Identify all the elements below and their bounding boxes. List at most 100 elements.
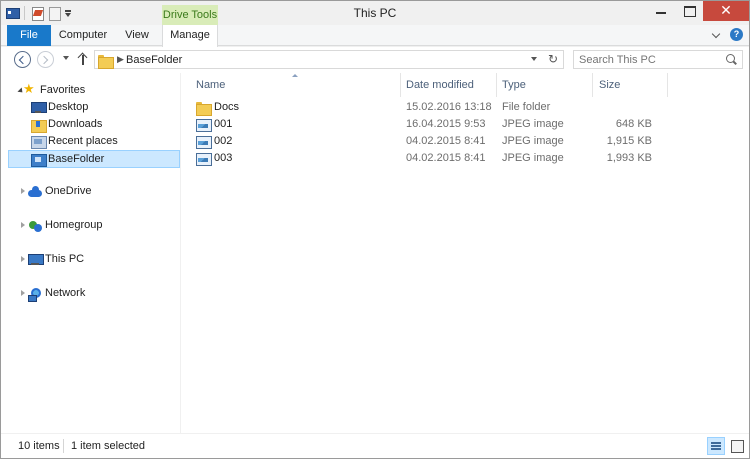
nav-network[interactable]: Network (28, 285, 168, 302)
maximize-button[interactable] (675, 1, 703, 21)
file-row-002[interactable]: 002 04.02.2015 8:41 JPEG image 1,915 KB (192, 133, 672, 150)
expand-ribbon-icon[interactable] (710, 29, 722, 41)
file-date: 15.02.2016 13:18 (406, 101, 492, 113)
file-row-003[interactable]: 003 04.02.2015 8:41 JPEG image 1,993 KB (192, 150, 672, 167)
nav-onedrive[interactable]: OneDrive (28, 183, 168, 200)
column-divider[interactable] (667, 73, 668, 97)
close-icon: ✕ (720, 3, 732, 19)
minimize-button[interactable] (647, 1, 675, 21)
homegroup-icon (28, 219, 42, 232)
address-bar[interactable]: ▶ BaseFolder ↻ (94, 50, 564, 69)
ribbon-tabs: File Computer View Manage ? (1, 25, 749, 47)
nav-homegroup-label: Homegroup (45, 219, 103, 231)
details-view-icon[interactable] (707, 437, 725, 455)
column-divider[interactable] (400, 73, 401, 97)
network-expand-icon[interactable] (21, 290, 25, 296)
nav-basefolder[interactable]: BaseFolder (8, 150, 180, 168)
forward-button[interactable] (37, 51, 54, 68)
search-icon[interactable] (726, 54, 737, 65)
nav-onedrive-label: OneDrive (45, 185, 92, 197)
file-name: Docs (214, 101, 240, 113)
downloads-icon (31, 118, 47, 133)
file-date: 16.04.2015 9:53 (406, 118, 486, 130)
status-bar: 10 items 1 item selected (1, 433, 749, 458)
file-row-001[interactable]: 001 16.04.2015 9:53 JPEG image 648 KB (192, 116, 672, 133)
window-controls: ✕ (647, 1, 749, 21)
main-area: ★ Favorites Desktop Downloads Recent pla… (1, 73, 749, 433)
item-count: 10 items (18, 440, 60, 452)
file-size: 1,915 KB (606, 135, 652, 147)
file-row-docs[interactable]: Docs 15.02.2016 13:18 File folder (192, 99, 672, 116)
breadcrumb[interactable]: BaseFolder (126, 54, 182, 66)
up-arrow-icon[interactable] (77, 52, 89, 66)
refresh-icon[interactable]: ↻ (548, 52, 558, 66)
ribbon-controls: ? (710, 28, 743, 41)
nav-recent-places-label: Recent places (48, 135, 118, 147)
file-type: JPEG image (502, 152, 564, 164)
column-header-date[interactable]: Date modified (406, 73, 496, 97)
cloud-icon (28, 185, 42, 198)
file-list: Name Date modified Type Size Docs 15.02.… (182, 73, 749, 433)
desktop-icon (31, 101, 47, 114)
column-header-size[interactable]: Size (599, 73, 659, 97)
network-icon (28, 287, 42, 302)
onedrive-expand-icon[interactable] (21, 188, 25, 194)
file-name: 003 (214, 152, 233, 164)
star-icon: ★ (23, 82, 35, 97)
help-icon[interactable]: ? (730, 28, 743, 41)
nav-network-label: Network (45, 287, 86, 299)
column-divider[interactable] (496, 73, 497, 97)
nav-this-pc-label: This PC (45, 253, 85, 265)
search-input[interactable] (579, 53, 719, 67)
column-divider[interactable] (592, 73, 593, 97)
close-button[interactable]: ✕ (703, 1, 749, 21)
computer-icon (28, 253, 44, 266)
basefolder-icon (31, 153, 47, 167)
file-size: 1,993 KB (606, 152, 652, 164)
recent-locations-icon[interactable] (61, 55, 71, 65)
nav-desktop-label: Desktop (48, 101, 89, 113)
window-title: This PC (353, 6, 397, 20)
nav-downloads-label: Downloads (48, 118, 103, 130)
image-file-icon (196, 135, 212, 149)
file-date: 04.02.2015 8:41 (406, 135, 486, 147)
folder-icon (196, 101, 212, 116)
file-name: 002 (214, 135, 233, 147)
nav-basefolder-label: BaseFolder (48, 153, 105, 165)
tab-file[interactable]: File (7, 25, 51, 46)
column-header-type[interactable]: Type (502, 73, 582, 97)
this-pc-expand-icon[interactable] (21, 256, 25, 262)
title-bar: This PC ✕ (1, 1, 749, 25)
address-row: ▶ BaseFolder ↻ (1, 47, 749, 73)
folder-icon (98, 54, 114, 69)
file-type: JPEG image (502, 135, 564, 147)
image-file-icon (196, 152, 212, 166)
column-header-name[interactable]: Name (196, 73, 396, 97)
nav-favorites[interactable]: ★ Favorites (23, 82, 173, 99)
navigation-pane: ★ Favorites Desktop Downloads Recent pla… (1, 73, 181, 433)
tab-manage[interactable]: Manage (162, 25, 218, 47)
recent-places-icon (31, 135, 47, 149)
image-file-icon (196, 118, 212, 132)
address-dropdown-icon[interactable] (531, 57, 537, 61)
file-type: JPEG image (502, 118, 564, 130)
search-box[interactable] (573, 50, 743, 69)
selection-count: 1 item selected (71, 440, 145, 452)
tab-computer[interactable]: Computer (53, 25, 113, 46)
nav-this-pc[interactable]: This PC (28, 251, 168, 268)
breadcrumb-chevron-icon[interactable]: ▶ (117, 54, 124, 65)
nav-desktop[interactable]: Desktop (31, 99, 171, 116)
homegroup-expand-icon[interactable] (21, 222, 25, 228)
nav-favorites-label: Favorites (40, 84, 86, 96)
large-icons-view-icon[interactable] (728, 437, 746, 455)
file-date: 04.02.2015 8:41 (406, 152, 486, 164)
file-name: 001 (214, 118, 233, 130)
drive-tools-context-label: Drive Tools (162, 5, 218, 25)
status-divider (63, 439, 64, 453)
nav-downloads[interactable]: Downloads (31, 116, 171, 133)
nav-homegroup[interactable]: Homegroup (28, 217, 168, 234)
back-button[interactable] (14, 51, 31, 68)
nav-recent-places[interactable]: Recent places (31, 133, 171, 150)
tab-view[interactable]: View (113, 25, 161, 46)
explorer-window: This PC ✕ Drive Tools File Computer View… (0, 0, 750, 459)
